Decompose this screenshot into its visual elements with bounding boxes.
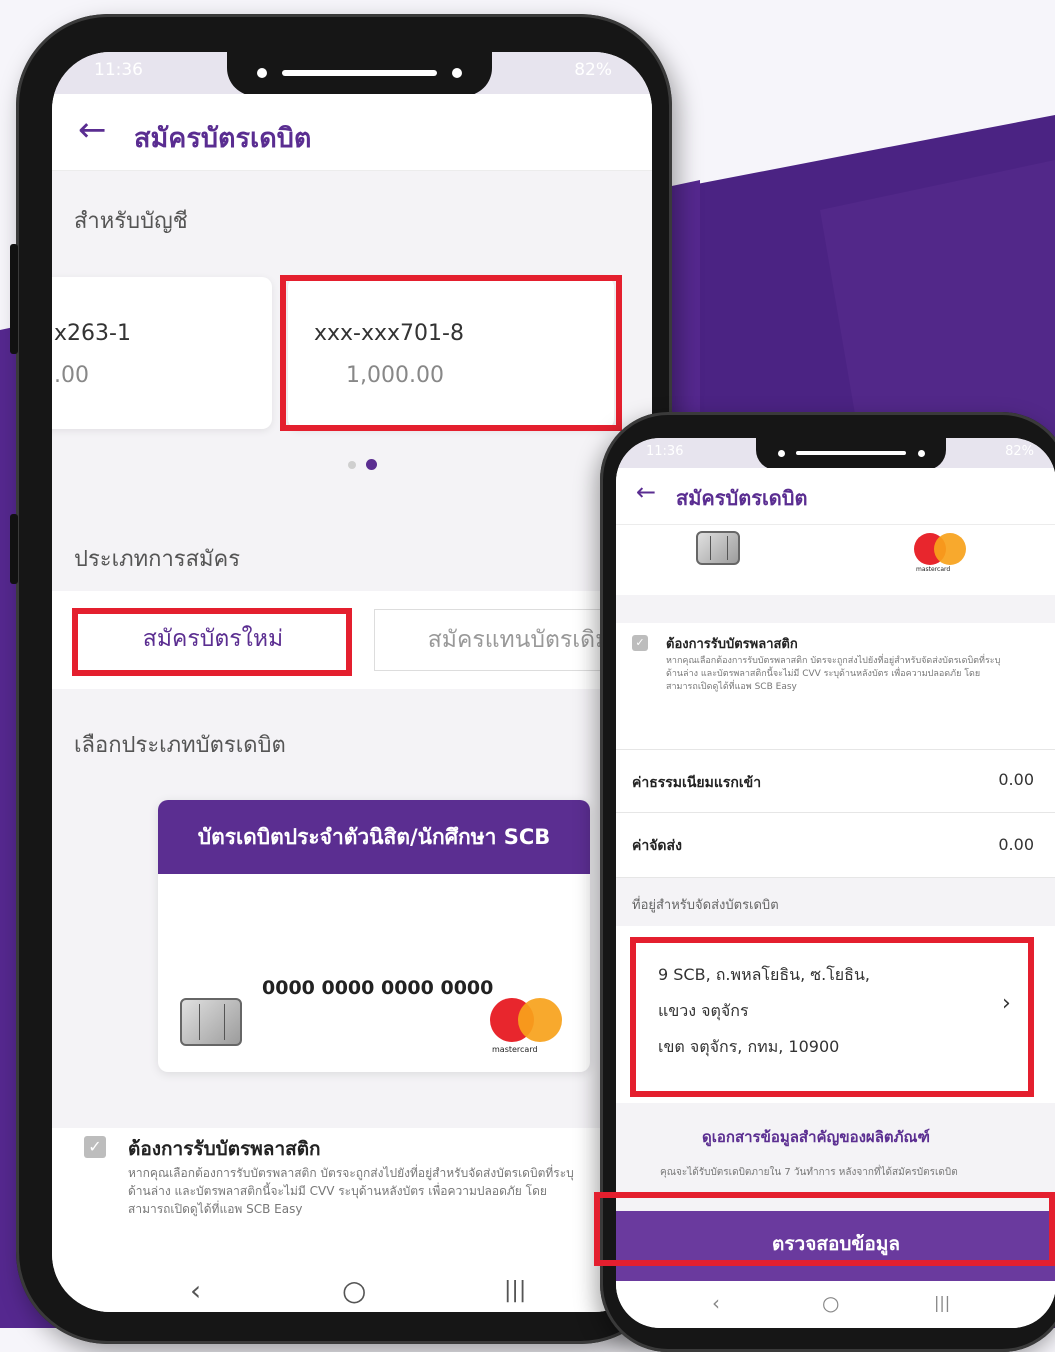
pager-dot-active (366, 459, 377, 470)
speaker-grill (796, 451, 906, 455)
phone-main: 11:36 82% ← สมัครบัตรเดบิต สำหรับบัญชี x… (10, 14, 672, 1344)
highlight-box (630, 937, 1034, 1097)
account-card-prev[interactable]: x263-1 .00 (52, 277, 272, 429)
battery-text: 82% (574, 60, 612, 80)
delivery-note: คุณจะได้รับบัตรเดบิตภายใน 7 วันทำการ หลั… (660, 1167, 958, 1178)
camera-icon (778, 450, 785, 457)
sensor-icon (452, 68, 462, 78)
address-label-row: ที่อยู่สำหรับจัดส่งบัตรเดบิต (616, 878, 1055, 926)
account-balance: .00 (54, 363, 89, 388)
phone-main-screen: 11:36 82% ← สมัครบัตรเดบิต สำหรับบัญชี x… (52, 52, 652, 1312)
shipping-value: 0.00 (998, 835, 1034, 854)
page-title: สมัครบัตรเดบิต (134, 123, 312, 154)
app-header: ← สมัครบัตรเดบิต (616, 468, 1055, 525)
plastic-checkbox[interactable]: ✓ (84, 1136, 106, 1158)
back-arrow-icon[interactable]: ← (78, 110, 107, 150)
fee-value: 0.00 (998, 770, 1034, 789)
mastercard-wordmark: mastercard (916, 566, 951, 573)
nav-recent-icon[interactable]: ||| (504, 1278, 526, 1303)
fee-label: ค่าธรรมเนียมแรกเข้า (632, 775, 762, 791)
separator (616, 595, 1055, 623)
plastic-description: หากคุณเลือกต้องการรับบัตรพลาสติก บัตรจะถ… (128, 1166, 574, 1216)
shipping-row: ค่าจัดส่ง 0.00 (616, 813, 1055, 878)
plastic-description: หากคุณเลือกต้องการรับบัตรพลาสติก บัตรจะถ… (666, 656, 1001, 692)
chip-icon (696, 531, 740, 565)
pager-dot (348, 461, 356, 469)
camera-notch (227, 52, 492, 96)
account-number: x263-1 (54, 321, 131, 346)
fee-row: ค่าธรรมเนียมแรกเข้า 0.00 (616, 750, 1055, 813)
status-time: 11:36 (94, 60, 143, 80)
shipping-label: ค่าจัดส่ง (632, 838, 682, 854)
nav-home-icon[interactable]: ○ (822, 1291, 839, 1315)
highlight-box (72, 608, 352, 676)
battery-text: 82% (1005, 444, 1034, 459)
volume-button (10, 244, 18, 354)
highlight-box (280, 275, 622, 431)
plastic-title: ต้องการรับบัตรพลาสติก (128, 1138, 321, 1160)
chip-icon (180, 998, 242, 1046)
card-name: บัตรเดบิตประจำตัวนิสิต/นักศึกษา SCB (158, 800, 590, 874)
highlight-box (594, 1192, 1055, 1266)
account-section-label: สำหรับบัญชี (74, 209, 188, 234)
mastercard-wordmark: mastercard (492, 1045, 538, 1054)
apply-type-label: ประเภทการสมัคร (74, 547, 241, 572)
debit-card-preview[interactable]: บัตรเดบิตประจำตัวนิสิต/นักศึกษา SCB 0000… (158, 800, 590, 1072)
sensor-icon (918, 450, 925, 457)
system-nav-bar: ‹ ○ ||| (616, 1281, 1055, 1328)
app-header: ← สมัครบัตรเดบิต (52, 94, 652, 171)
mastercard-logo-icon: mastercard (490, 998, 566, 1058)
side-button (10, 514, 18, 584)
plastic-checkbox[interactable]: ✓ (632, 635, 648, 651)
page-title: สมัครบัตรเดบิต (676, 486, 808, 510)
status-time: 11:36 (646, 444, 684, 459)
product-doc-link[interactable]: ดูเอกสารข้อมูลสำคัญของผลิตภัณฑ์ (702, 1125, 930, 1149)
mastercard-logo-icon: mastercard (914, 533, 968, 577)
nav-back-icon[interactable]: ‹ (712, 1291, 720, 1315)
back-arrow-icon[interactable]: ← (636, 478, 656, 506)
camera-notch (756, 438, 946, 470)
plastic-title: ต้องการรับบัตรพลาสติก (666, 637, 798, 652)
plastic-card-option: ✓ ต้องการรับบัตรพลาสติก หากคุณเลือกต้องก… (616, 623, 1055, 750)
speaker-grill (282, 70, 437, 76)
card-number: 0000 0000 0000 0000 (262, 977, 494, 999)
plastic-card-option: ✓ ต้องการรับบัตรพลาสติก หากคุณเลือกต้องก… (52, 1128, 652, 1268)
card-type-label: เลือกประเภทบัตรเดบิต (74, 733, 286, 758)
nav-back-icon[interactable]: ‹ (190, 1274, 201, 1307)
camera-icon (257, 68, 267, 78)
address-label: ที่อยู่สำหรับจัดส่งบัตรเดบิต (632, 898, 779, 913)
nav-home-icon[interactable]: ○ (342, 1274, 366, 1307)
card-preview-strip: mastercard (616, 525, 1055, 595)
nav-recent-icon[interactable]: ||| (934, 1293, 950, 1312)
system-nav-bar: ‹ ○ ||| (52, 1270, 652, 1312)
